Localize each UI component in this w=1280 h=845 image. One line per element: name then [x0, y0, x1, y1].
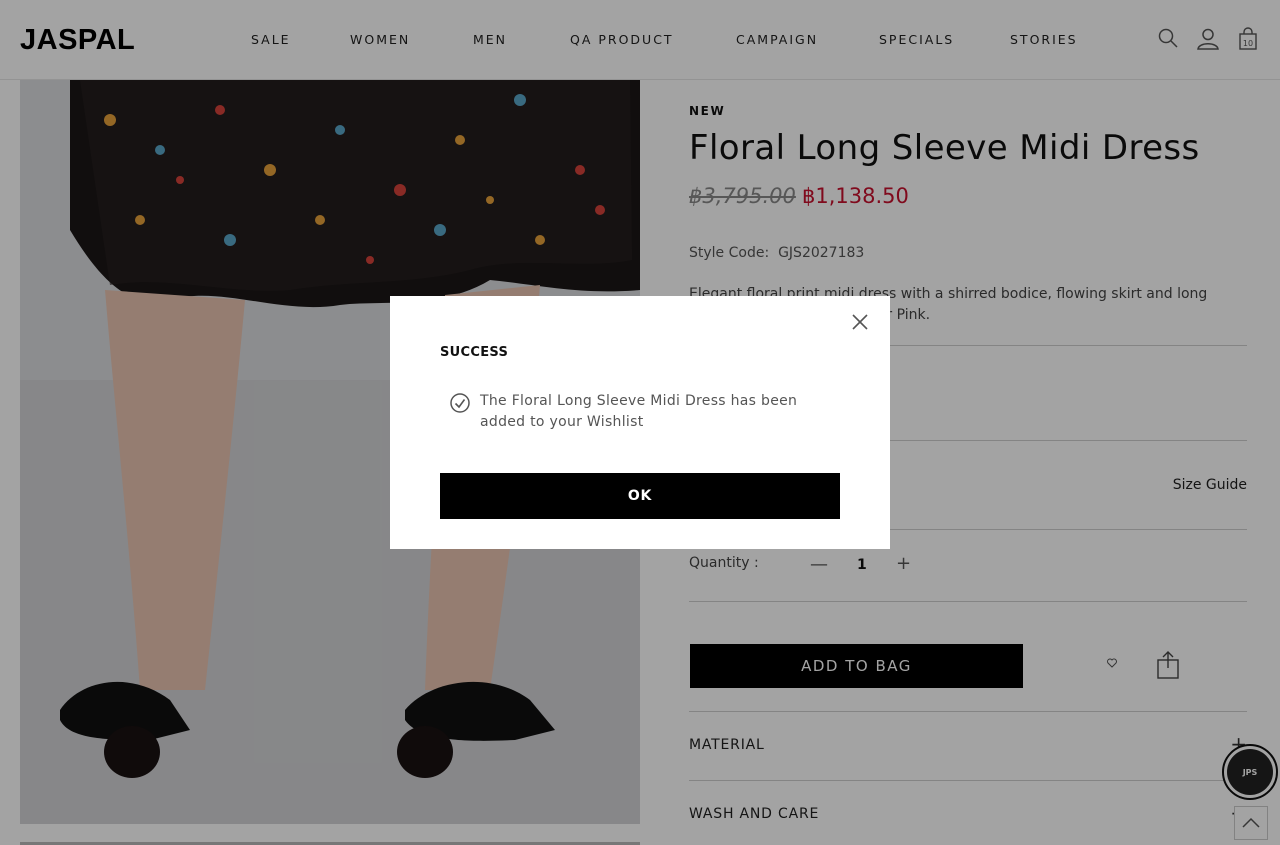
check-circle-icon — [450, 393, 470, 413]
modal-title: SUCCESS — [440, 345, 509, 360]
success-modal: SUCCESS The Floral Long Sleeve Midi Dres… — [390, 296, 890, 549]
ok-button[interactable]: OK — [440, 473, 840, 519]
modal-message: The Floral Long Sleeve Midi Dress has be… — [480, 393, 798, 430]
close-icon[interactable] — [850, 312, 870, 332]
